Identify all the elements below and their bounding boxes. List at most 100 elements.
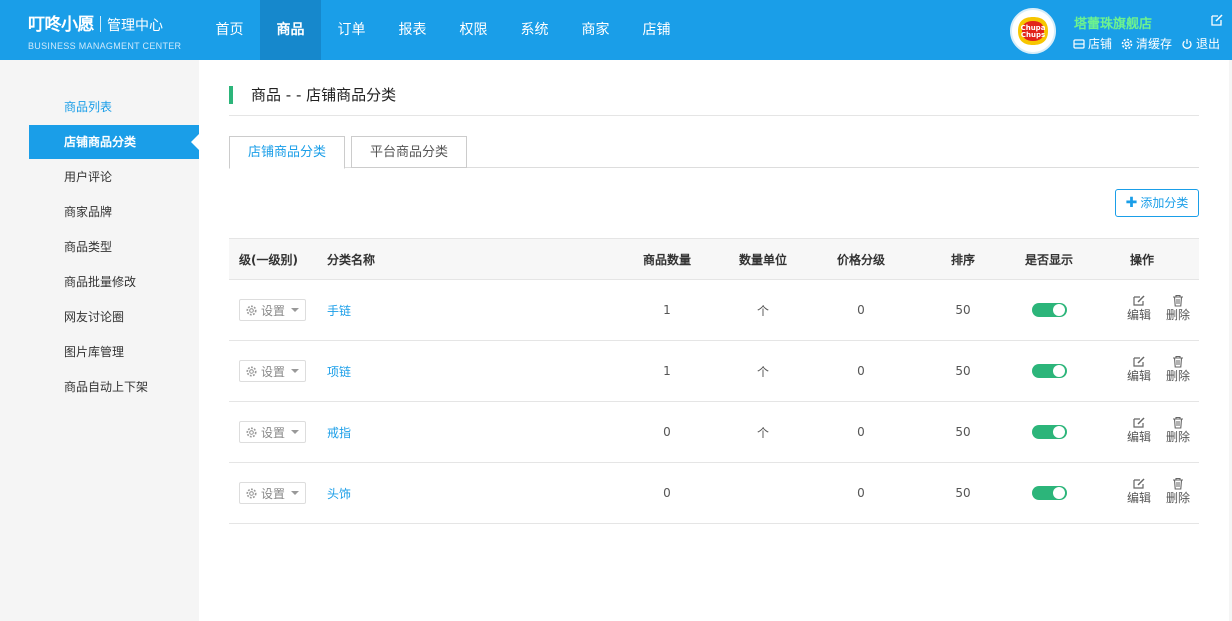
category-name-link[interactable]: 戒指 xyxy=(327,424,351,441)
unit-cell: 个 xyxy=(756,364,769,379)
sidebar-item-0[interactable]: 商品列表 xyxy=(29,90,199,124)
logo[interactable]: 叮咚小愿 管理中心 BUSINESS MANAGMENT CENTER xyxy=(28,10,181,51)
nav-item-3[interactable]: 报表 xyxy=(382,0,443,60)
top-header: 叮咚小愿 管理中心 BUSINESS MANAGMENT CENTER 首页 商品订… xyxy=(0,0,1232,60)
price-level-cell: 0 xyxy=(857,303,865,317)
clear-cache-label: 清缓存 xyxy=(1136,37,1173,51)
shop-avatar[interactable]: Chupa Chups xyxy=(1010,8,1056,54)
nav-item-4[interactable]: 权限 xyxy=(443,0,504,60)
toggle-knob xyxy=(1052,487,1065,499)
main-content: 商品 - - 店铺商品分类 店铺商品分类 平台商品分类 ✚ 添加分类 级(一级别)… xyxy=(199,60,1229,621)
gear-icon xyxy=(246,304,261,316)
edit-label: 编辑 xyxy=(1126,308,1151,322)
plus-icon: ✚ xyxy=(1125,195,1138,211)
sidebar-item-5[interactable]: 商品批量修改 xyxy=(29,265,199,299)
sidebar-item-label: 店铺商品分类 xyxy=(64,135,137,149)
visibility-toggle[interactable] xyxy=(1031,364,1067,378)
edit-button[interactable]: 编辑 xyxy=(1124,416,1154,445)
caret-down-icon xyxy=(291,308,300,312)
gear-icon xyxy=(246,426,261,438)
delete-button[interactable]: 删除 xyxy=(1163,355,1193,384)
settings-dropdown[interactable]: 设置 xyxy=(239,421,306,443)
col-level: 级(一级别) xyxy=(239,252,298,267)
logo-subtitle: BUSINESS MANAGMENT CENTER xyxy=(28,41,182,51)
col-sort: 排序 xyxy=(950,252,975,267)
sidebar-item-4[interactable]: 商品类型 xyxy=(29,230,199,264)
price-level-cell: 0 xyxy=(857,486,865,500)
edit-icon[interactable] xyxy=(1210,13,1224,27)
logo-line-2: Chups xyxy=(1021,31,1045,39)
nav-item-5[interactable]: 系统 xyxy=(504,0,565,60)
sort-cell: 50 xyxy=(955,364,971,378)
sidebar-item-7[interactable]: 图片库管理 xyxy=(29,335,199,369)
sidebar-item-3[interactable]: 商家品牌 xyxy=(29,195,199,229)
count-cell: 1 xyxy=(663,364,671,378)
trash-icon xyxy=(1163,294,1193,307)
gear-icon xyxy=(246,365,261,377)
caret-down-icon xyxy=(291,491,300,495)
settings-label: 设置 xyxy=(261,364,286,379)
store-icon xyxy=(1073,38,1085,49)
count-cell: 1 xyxy=(663,303,671,317)
settings-label: 设置 xyxy=(261,486,286,501)
edit-label: 编辑 xyxy=(1126,369,1151,383)
settings-dropdown[interactable]: 设置 xyxy=(239,360,306,382)
page-title: 商品 - - 店铺商品分类 xyxy=(251,86,397,104)
visibility-toggle[interactable] xyxy=(1031,303,1067,317)
nav-item-2[interactable]: 订单 xyxy=(321,0,382,60)
name-cell: 手链 xyxy=(327,280,351,340)
settings-dropdown[interactable]: 设置 xyxy=(239,299,306,321)
visibility-toggle[interactable] xyxy=(1031,486,1067,500)
settings-label: 设置 xyxy=(261,425,286,440)
name-cell: 头饰 xyxy=(327,463,351,523)
edit-label: 编辑 xyxy=(1126,491,1151,505)
edit-button[interactable]: 编辑 xyxy=(1124,355,1154,384)
name-cell: 项链 xyxy=(327,341,351,401)
sidebar-item-label: 商品批量修改 xyxy=(64,275,137,289)
trash-icon xyxy=(1163,477,1193,490)
table-header: 级(一级别) 分类名称 商品数量 数量单位 价格分级 排序 是否显示 操作 xyxy=(229,238,1199,280)
sidebar-item-label: 商品类型 xyxy=(64,240,113,254)
delete-button[interactable]: 删除 xyxy=(1163,416,1193,445)
delete-button[interactable]: 删除 xyxy=(1163,294,1193,323)
edit-button[interactable]: 编辑 xyxy=(1124,294,1154,323)
level-cell: 设置 xyxy=(239,463,306,523)
title-accent-bar xyxy=(229,86,233,104)
sidebar-item-6[interactable]: 网友讨论圈 xyxy=(29,300,199,334)
category-name-link[interactable]: 头饰 xyxy=(327,485,351,502)
nav-item-0[interactable]: 首页 xyxy=(199,0,260,60)
delete-label: 删除 xyxy=(1165,369,1190,383)
logo-brand: 叮咚小愿 xyxy=(28,15,95,34)
delete-label: 删除 xyxy=(1165,430,1190,444)
logout-button[interactable]: 退出 xyxy=(1181,35,1220,52)
toggle-knob xyxy=(1052,304,1065,316)
nav-item-1[interactable]: 商品 xyxy=(260,0,321,60)
edit-button[interactable]: 编辑 xyxy=(1124,477,1154,506)
main-nav: 首页 商品 订单 报表 权限 系统 商家 店铺 xyxy=(199,0,687,60)
table-row: 设置 戒指 0 个 0 50 编辑 删除 xyxy=(229,402,1199,463)
clear-cache-button[interactable]: 清缓存 xyxy=(1121,35,1172,52)
nav-item-6[interactable]: 商家 xyxy=(565,0,626,60)
tab-store-categories[interactable]: 店铺商品分类 xyxy=(229,136,345,169)
add-category-button[interactable]: ✚ 添加分类 xyxy=(1115,189,1199,217)
store-button[interactable]: 店铺 xyxy=(1073,35,1112,52)
power-icon xyxy=(1182,38,1192,49)
nav-item-7[interactable]: 店铺 xyxy=(626,0,687,60)
sidebar-item-8[interactable]: 商品自动上下架 xyxy=(29,370,199,404)
sidebar-item-label: 商家品牌 xyxy=(64,205,113,219)
visibility-toggle[interactable] xyxy=(1031,425,1067,439)
settings-dropdown[interactable]: 设置 xyxy=(239,482,306,504)
col-count: 商品数量 xyxy=(642,252,691,267)
tab-platform-categories[interactable]: 平台商品分类 xyxy=(351,136,467,168)
sidebar-item-2[interactable]: 用户评论 xyxy=(29,160,199,194)
level-cell: 设置 xyxy=(239,402,306,462)
category-name-link[interactable]: 手链 xyxy=(327,302,351,319)
delete-button[interactable]: 删除 xyxy=(1163,477,1193,506)
visible-cell xyxy=(1009,280,1089,340)
sidebar-item-label: 用户评论 xyxy=(64,170,113,184)
logo-divider xyxy=(100,16,101,32)
sidebar-item-1[interactable]: 店铺商品分类 xyxy=(29,125,199,159)
shop-name[interactable]: 塔蕾珠旗舰店 xyxy=(1074,13,1152,32)
sort-cell: 50 xyxy=(955,425,971,439)
category-name-link[interactable]: 项链 xyxy=(327,363,351,380)
